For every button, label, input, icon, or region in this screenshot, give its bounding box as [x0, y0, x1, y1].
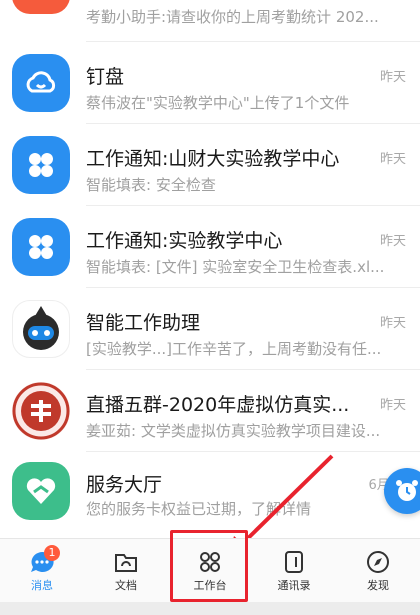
dingpan-avatar: [12, 54, 70, 112]
conversation-title: 智能工作助理: [86, 312, 201, 334]
conversation-subtitle: 姜亚茹: 文学类虚拟仿真实验教学项目建设...: [86, 422, 381, 440]
conversation-title: 工作通知:实验教学中心: [86, 230, 283, 252]
tab-discover[interactable]: 发现: [336, 539, 420, 603]
university-logo-icon: [12, 382, 70, 440]
tab-documents[interactable]: 文档: [84, 539, 168, 603]
conversation-item-attendance[interactable]: 考勤小助手:请查收你的上周考勤统计 202...: [0, 0, 420, 32]
cloud-disk-icon: [26, 71, 56, 93]
service-hall-avatar: [12, 462, 70, 520]
conversation-title: 服务大厅: [86, 474, 163, 496]
work-notice-avatar: [12, 218, 70, 276]
tab-label: 发现: [367, 578, 389, 592]
conversation-time: 昨天: [379, 234, 406, 249]
conversation-time: 昨天: [379, 152, 406, 167]
work-notice-icon: [29, 235, 53, 259]
contacts-icon: [285, 550, 303, 573]
conversation-subtitle: 考勤小助手:请查收你的上周考勤统计 202...: [86, 8, 379, 26]
work-notice-avatar: [12, 136, 70, 194]
compass-icon: [367, 550, 389, 573]
conversation-time: 昨天: [379, 70, 406, 85]
conversation-item-ai-assistant[interactable]: 智能工作助理 昨天 [实验教学...]工作辛苦了，上周考勤没有任...: [0, 288, 420, 370]
annotation-highlight-box: [170, 530, 248, 602]
conversation-subtitle: 智能填表: [文件] 实验室安全卫生检查表.xl...: [86, 258, 385, 276]
conversation-time: 昨天: [379, 398, 406, 413]
conversation-time: 昨天: [379, 316, 406, 331]
conversation-item-service-hall[interactable]: 服务大厅 6月2 您的服务卡权益已过期，了解详情: [0, 452, 420, 534]
tab-contacts[interactable]: 通讯录: [252, 539, 336, 603]
attendance-avatar: [12, 0, 70, 14]
conversation-title: 钉盘: [86, 66, 125, 88]
conversation-item-work-notice-sdufe[interactable]: 工作通知:山财大实验教学中心 昨天 智能填表: 安全检查: [0, 124, 420, 206]
conversation-subtitle: 智能填表: 安全检查: [86, 176, 216, 194]
tab-messages[interactable]: 消息 1: [0, 539, 84, 603]
tab-label: 通讯录: [277, 578, 311, 592]
conversation-title: 工作通知:山财大实验教学中心: [86, 148, 340, 170]
group-avatar: [12, 382, 70, 440]
unread-badge: 1: [44, 545, 60, 561]
conversation-item-dingpan[interactable]: 钉盘 昨天 蔡伟波在"实验教学中心"上传了1个文件: [0, 42, 420, 124]
tab-label: 文档: [115, 578, 137, 592]
conversation-subtitle: 蔡伟波在"实验教学中心"上传了1个文件: [86, 94, 350, 112]
conversation-subtitle: [实验教学...]工作辛苦了，上周考勤没有任...: [86, 340, 382, 358]
conversation-subtitle: 您的服务卡权益已过期，了解详情: [86, 500, 312, 518]
conversation-item-live-group[interactable]: 直播五群-2020年虚拟仿真实... 昨天 姜亚茹: 文学类虚拟仿真实验教学项目…: [0, 370, 420, 452]
work-notice-icon: [29, 153, 53, 177]
ai-assistant-avatar: [12, 300, 70, 358]
conversation-title: 直播五群-2020年虚拟仿真实...: [86, 394, 350, 416]
conversation-item-work-notice-center[interactable]: 工作通知:实验教学中心 昨天 智能填表: [文件] 实验室安全卫生检查表.xl.…: [0, 206, 420, 288]
document-icon: [115, 553, 137, 572]
robot-assistant-icon: [23, 306, 59, 350]
alarm-clock-icon: [396, 480, 418, 501]
heart-hand-icon: [26, 478, 56, 504]
tab-label: 消息: [31, 578, 53, 592]
system-navigation-bar: [0, 602, 420, 615]
